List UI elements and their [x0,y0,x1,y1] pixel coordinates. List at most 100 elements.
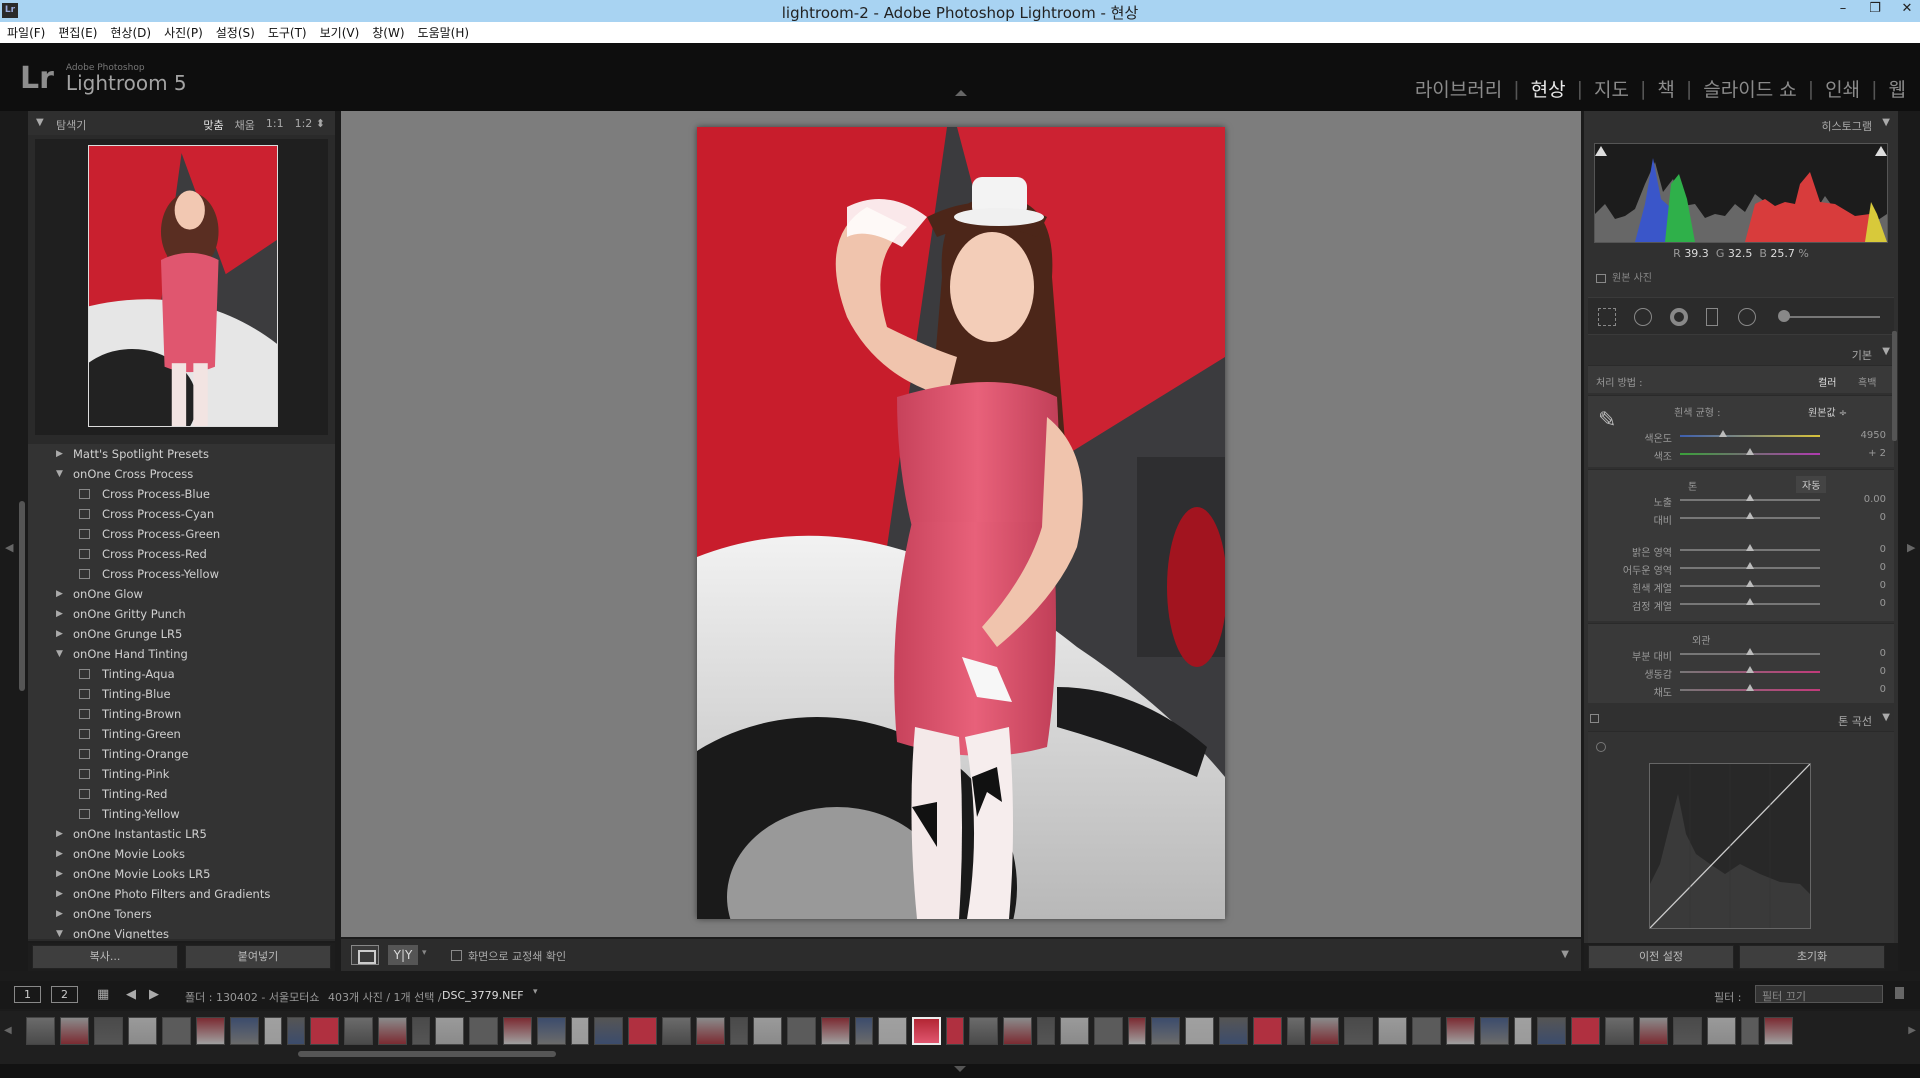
filmstrip-thumbnail[interactable] [310,1017,339,1045]
preset-folder[interactable]: ▼ onOne Cross Process [28,464,335,484]
preset-item[interactable]: Cross Process-Cyan [28,504,335,524]
wb-select[interactable]: 원본값 ÷ [1808,404,1847,419]
right-scrollbar[interactable] [1892,331,1897,441]
menu-file[interactable]: 파일(F) [7,24,45,41]
collapse-triangle-icon[interactable]: ▼ [36,117,44,128]
collapsed-triangle-icon[interactable]: ▶ [56,884,63,904]
left-scrollbar[interactable] [19,501,25,691]
temp-slider[interactable] [1680,435,1820,437]
filter-select[interactable]: 필터 끄기 [1755,985,1883,1003]
filmstrip-thumbnail[interactable] [503,1017,532,1045]
menu-edit[interactable]: 편집(E) [58,24,97,41]
filmstrip-thumbnail[interactable] [969,1017,998,1045]
preset-folder[interactable]: ▶ onOne Instantastic LR5 [28,824,335,844]
preset-item[interactable]: Tinting-Green [28,724,335,744]
filmstrip-thumbnail[interactable] [1378,1017,1407,1045]
auto-button[interactable]: 자동 [1796,476,1827,493]
filmstrip-thumbnail[interactable] [912,1017,941,1045]
menu-view[interactable]: 보기(V) [320,24,360,41]
highlights-value[interactable]: 0 [1846,544,1886,555]
preset-folder[interactable]: ▶ onOne Grunge LR5 [28,624,335,644]
loupe-view-button[interactable] [351,945,379,965]
filename-caret-icon[interactable]: ▾ [533,987,538,997]
filmstrip-thumbnail[interactable] [1185,1017,1214,1045]
graduated-filter-tool-icon[interactable] [1706,308,1718,326]
preset-folder[interactable]: ▼ onOne Hand Tinting [28,644,335,664]
module-map[interactable]: 지도 [1594,75,1629,102]
filmstrip-thumbnail[interactable] [1741,1017,1759,1045]
blacks-knob[interactable] [1746,598,1754,605]
filmstrip-thumbnail[interactable] [1310,1017,1339,1045]
filmstrip-thumbnail[interactable] [469,1017,498,1045]
contrast-knob[interactable] [1746,512,1754,519]
preset-item[interactable]: Tinting-Aqua [28,664,335,684]
preset-item[interactable]: Tinting-Yellow [28,804,335,824]
filmstrip-thumbnail[interactable] [855,1017,873,1045]
clarity-value[interactable]: 0 [1846,648,1886,659]
filmstrip-thumbnail[interactable] [287,1017,305,1045]
filmstrip-thumbnail[interactable] [230,1017,259,1045]
temp-knob[interactable] [1719,430,1727,437]
filmstrip-thumbnail[interactable] [946,1017,964,1045]
preset-folder[interactable]: ▶ onOne Glow [28,584,335,604]
preset-item[interactable]: Cross Process-Green [28,524,335,544]
filmstrip-thumbnail[interactable] [821,1017,850,1045]
before-after-caret-icon[interactable]: ▾ [422,948,427,958]
filmstrip-thumbnail[interactable] [537,1017,566,1045]
preset-folder[interactable]: ▼ onOne Vignettes [28,924,335,939]
highlights-knob[interactable] [1746,544,1754,551]
module-slideshow[interactable]: 슬라이드 쇼 [1703,75,1796,102]
secondary-window-button[interactable]: 2 [51,986,78,1003]
preset-item[interactable]: Tinting-Blue [28,684,335,704]
previous-button[interactable]: 이전 설정 [1588,945,1734,969]
selected-filename[interactable]: DSC_3779.NEF [442,989,524,1002]
filmstrip-thumbnail[interactable] [1707,1017,1736,1045]
targeted-adjustment-icon[interactable] [1596,742,1606,752]
collapsed-triangle-icon[interactable]: ▶ [56,904,63,924]
right-panel-toggle-icon[interactable]: ▶ [1907,541,1915,554]
filmstrip-thumbnail[interactable] [196,1017,225,1045]
original-photo-toggle[interactable]: 원본 사진 [1596,269,1652,284]
zoom-1-1[interactable]: 1:1 [266,117,284,133]
zoom-fill[interactable]: 채움 [235,117,255,133]
collapsed-triangle-icon[interactable]: ▶ [56,864,63,884]
main-window-button[interactable]: 1 [14,986,41,1003]
navigator-preview[interactable] [35,139,328,435]
preset-folder[interactable]: ▶ onOne Movie Looks [28,844,335,864]
filmstrip-thumbnail[interactable] [264,1017,282,1045]
filmstrip-right-arrow-icon[interactable]: ▶ [1908,1025,1916,1036]
filmstrip-thumbnail[interactable] [1446,1017,1475,1045]
histogram-header[interactable]: 히스토그램 ▼ [1584,113,1898,135]
filmstrip-thumbnail[interactable] [1003,1017,1032,1045]
filmstrip-thumbnail[interactable] [662,1017,691,1045]
filmstrip-thumbnail[interactable] [26,1017,55,1045]
preset-folder[interactable]: ▶ onOne Movie Looks LR5 [28,864,335,884]
preset-folder[interactable]: ▶ Matt's Spotlight Presets [28,444,335,464]
collapsed-triangle-icon[interactable]: ▶ [56,604,63,624]
filmstrip-thumbnail[interactable] [571,1017,589,1045]
filmstrip-thumbnail[interactable] [1514,1017,1532,1045]
filmstrip-thumbnail[interactable] [628,1017,657,1045]
menu-photo[interactable]: 사진(P) [164,24,203,41]
adjustment-brush-icon[interactable] [1778,310,1790,322]
filmstrip-thumbnail[interactable] [1673,1017,1702,1045]
filmstrip-thumbnail[interactable] [878,1017,907,1045]
basic-header[interactable]: 기본 ▼ [1584,342,1898,364]
collapsed-triangle-icon[interactable]: ▶ [56,824,63,844]
shadows-knob[interactable] [1746,562,1754,569]
reset-button[interactable]: 초기화 [1739,945,1885,969]
collapse-triangle-icon[interactable]: ▼ [1882,346,1890,357]
menu-develop[interactable]: 현상(D) [110,24,151,41]
brush-slider[interactable] [1780,316,1880,318]
spot-removal-tool-icon[interactable] [1634,308,1652,326]
forward-arrow-icon[interactable]: ▶ [149,987,159,1002]
filmstrip-scrollbar[interactable] [298,1051,556,1057]
collapse-triangle-icon[interactable]: ▼ [1882,117,1890,128]
collapsed-triangle-icon[interactable]: ▶ [56,444,63,464]
collapsed-triangle-icon[interactable]: ▶ [56,584,63,604]
folder-source[interactable]: 폴더 : 130402 - 서울모터쇼 [185,989,320,1005]
filmstrip-thumbnail[interactable] [730,1017,748,1045]
module-web[interactable]: 웹 [1889,75,1906,102]
expanded-triangle-icon[interactable]: ▼ [56,464,63,484]
filmstrip-thumbnail[interactable] [344,1017,373,1045]
